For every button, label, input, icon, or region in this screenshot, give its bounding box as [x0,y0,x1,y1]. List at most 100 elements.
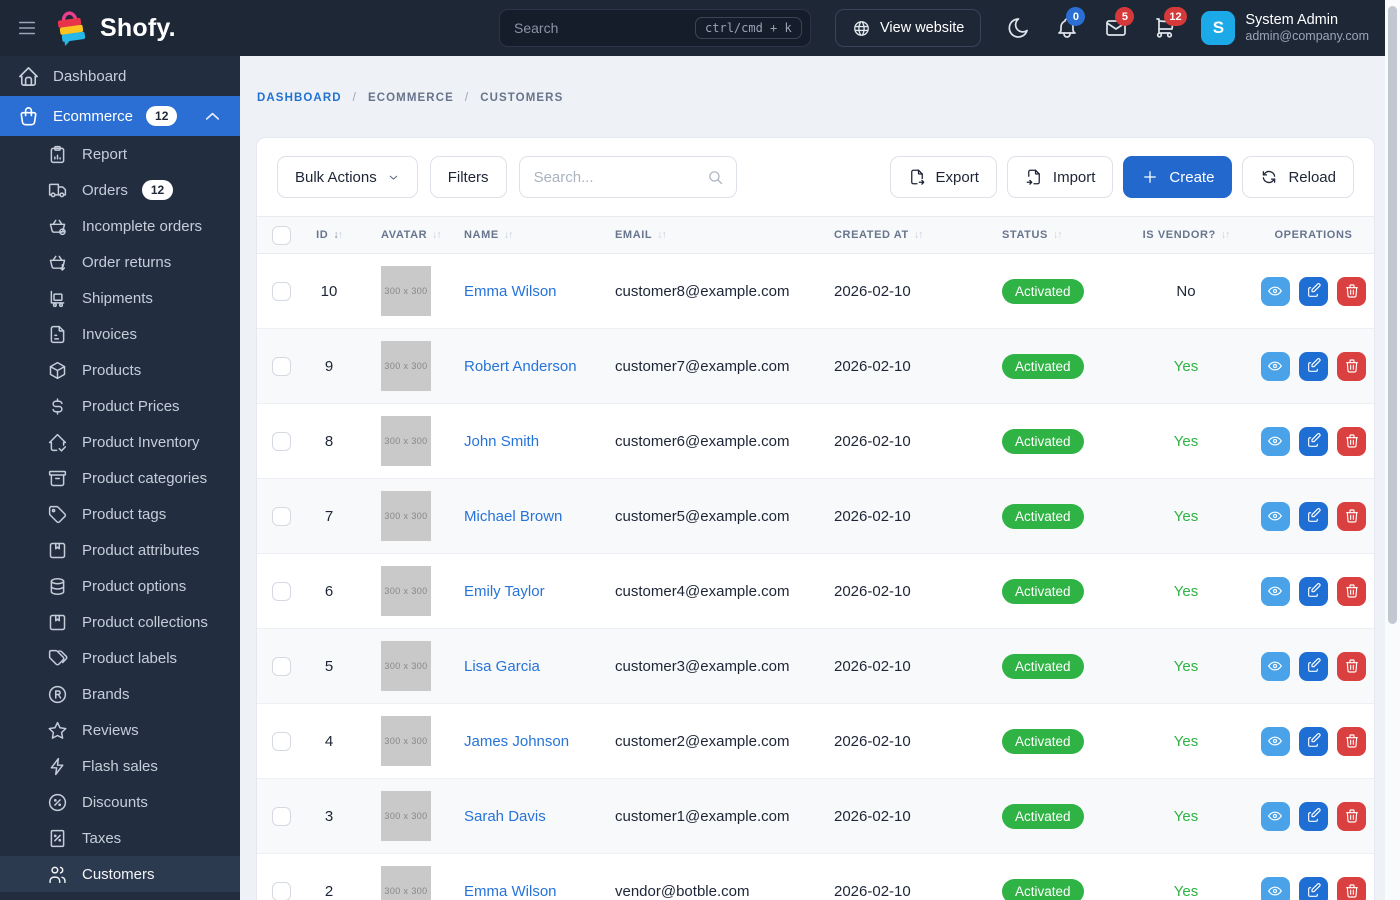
breadcrumb-dashboard[interactable]: DASHBOARD [257,92,342,104]
view-button[interactable] [1260,576,1290,606]
view-website-button[interactable]: View website [835,9,982,47]
view-button[interactable] [1260,276,1290,306]
row-checkbox[interactable] [272,281,291,301]
view-button[interactable] [1260,801,1290,831]
edit-button[interactable] [1299,876,1328,900]
sidebar-item-dashboard[interactable]: Dashboard [0,56,240,96]
view-button[interactable] [1260,501,1290,531]
delete-button[interactable] [1337,801,1367,831]
delete-button[interactable] [1337,351,1367,381]
delete-button[interactable] [1337,726,1367,756]
row-checkbox[interactable] [272,431,291,451]
sidebar-item-reviews[interactable]: Reviews [0,712,240,748]
edit-button[interactable] [1299,726,1328,756]
sidebar-item-shipments[interactable]: Shipments [0,280,240,316]
moon-icon[interactable] [1006,16,1030,40]
sidebar-item-brands[interactable]: Brands [0,676,240,712]
menu-icon[interactable] [16,17,38,39]
notifications-button[interactable]: 0 [1055,7,1086,40]
sidebar-item-product-categories[interactable]: Product categories [0,460,240,496]
sidebar-item-product-options[interactable]: Product options [0,568,240,604]
breadcrumb-ecommerce[interactable]: ECOMMERCE [368,92,454,104]
edit-button[interactable] [1299,276,1328,306]
sidebar-item-products[interactable]: Products [0,352,240,388]
delete-button[interactable] [1337,276,1367,306]
row-checkbox[interactable] [272,806,291,826]
sidebar-item-customers[interactable]: Customers [0,856,240,892]
sidebar-item-orders[interactable]: Orders 12 [0,172,240,208]
row-checkbox[interactable] [272,356,291,376]
scrollbar-thumb[interactable] [1388,6,1397,624]
page-scrollbar[interactable] [1385,0,1400,900]
view-button[interactable] [1260,426,1290,456]
import-button[interactable]: Import [1006,156,1114,198]
global-search[interactable]: ctrl/cmd + k [499,9,812,47]
sidebar-item-incomplete-orders[interactable]: Incomplete orders [0,208,240,244]
customer-name-link[interactable]: Robert Anderson [464,358,577,375]
customer-name-link[interactable]: Sarah Davis [464,808,546,825]
customer-name-link[interactable]: Emma Wilson [464,883,557,900]
edit-button[interactable] [1299,351,1328,381]
sidebar-item-flash-sales[interactable]: Flash sales [0,748,240,784]
delete-button[interactable] [1337,501,1367,531]
bulk-actions-button[interactable]: Bulk Actions [277,156,418,198]
orders-cart-button[interactable]: 12 [1153,7,1187,40]
table-search[interactable] [518,156,737,198]
edit-button[interactable] [1299,501,1328,531]
sidebar-item-discounts[interactable]: Discounts [0,784,240,820]
row-checkbox[interactable] [272,581,291,601]
select-all-checkbox[interactable] [272,225,291,245]
edit-button[interactable] [1299,801,1328,831]
export-button[interactable]: Export [889,156,997,198]
messages-button[interactable]: 5 [1104,7,1135,40]
edit-button[interactable] [1299,576,1328,606]
brand[interactable]: Shofy. [51,8,176,48]
delete-button[interactable] [1337,426,1367,456]
sidebar-item-product-attributes[interactable]: Product attributes [0,532,240,568]
delete-button[interactable] [1337,651,1367,681]
customer-name-link[interactable]: Emma Wilson [464,283,557,300]
row-checkbox[interactable] [272,731,291,751]
orders-icon [47,180,68,201]
delete-button[interactable] [1337,876,1367,900]
sidebar-item-report[interactable]: Report [0,136,240,172]
row-checkbox[interactable] [272,506,291,526]
row-checkbox[interactable] [272,656,291,676]
table-search-input[interactable] [533,168,707,186]
sidebar-item-product-prices[interactable]: Product Prices [0,388,240,424]
column-header-is-vendor[interactable]: IS VENDOR? ↓↑ [1119,216,1253,254]
sidebar-item-product-tags[interactable]: Product tags [0,496,240,532]
filters-button[interactable]: Filters [429,156,507,198]
reload-button[interactable]: Reload [1242,156,1354,198]
sidebar-item-product-inventory[interactable]: Product Inventory [0,424,240,460]
column-header-avatar[interactable]: AVATAR ↓↑ [355,216,451,254]
column-header-name[interactable]: NAME ↓↑ [451,216,601,254]
edit-button[interactable] [1299,426,1328,456]
view-button[interactable] [1260,876,1290,900]
sidebar-item-invoices[interactable]: Invoices [0,316,240,352]
customer-name-link[interactable]: James Johnson [464,733,569,750]
user-menu[interactable]: S System Admin admin@company.com [1201,11,1369,45]
view-button[interactable] [1260,351,1290,381]
global-search-input[interactable] [514,20,696,36]
customer-name-link[interactable]: Lisa Garcia [464,658,540,675]
customer-name-link[interactable]: John Smith [464,433,539,450]
customer-name-link[interactable]: Michael Brown [464,508,562,525]
customer-name-link[interactable]: Emily Taylor [464,583,545,600]
sidebar-item-order-returns[interactable]: Order returns [0,244,240,280]
sidebar-item-taxes[interactable]: Taxes [0,820,240,856]
column-header-id[interactable]: ID ↓↑ [303,216,355,254]
edit-button[interactable] [1299,651,1328,681]
column-header-status[interactable]: STATUS ↓↑ [991,216,1119,254]
row-checkbox[interactable] [272,881,291,900]
delete-button[interactable] [1337,576,1367,606]
sidebar-item-product-collections[interactable]: Product collections [0,604,240,640]
column-header-created-at[interactable]: CREATED AT ↓↑ [821,216,991,254]
view-button[interactable] [1260,651,1290,681]
sidebar-item-product-labels[interactable]: Product labels [0,640,240,676]
create-button[interactable]: Create [1123,156,1233,198]
view-button[interactable] [1260,726,1290,756]
sidebar-item-ecommerce[interactable]: Ecommerce 12 [0,96,240,136]
eye-icon [1267,283,1283,299]
column-header-email[interactable]: EMAIL ↓↑ [601,216,821,254]
